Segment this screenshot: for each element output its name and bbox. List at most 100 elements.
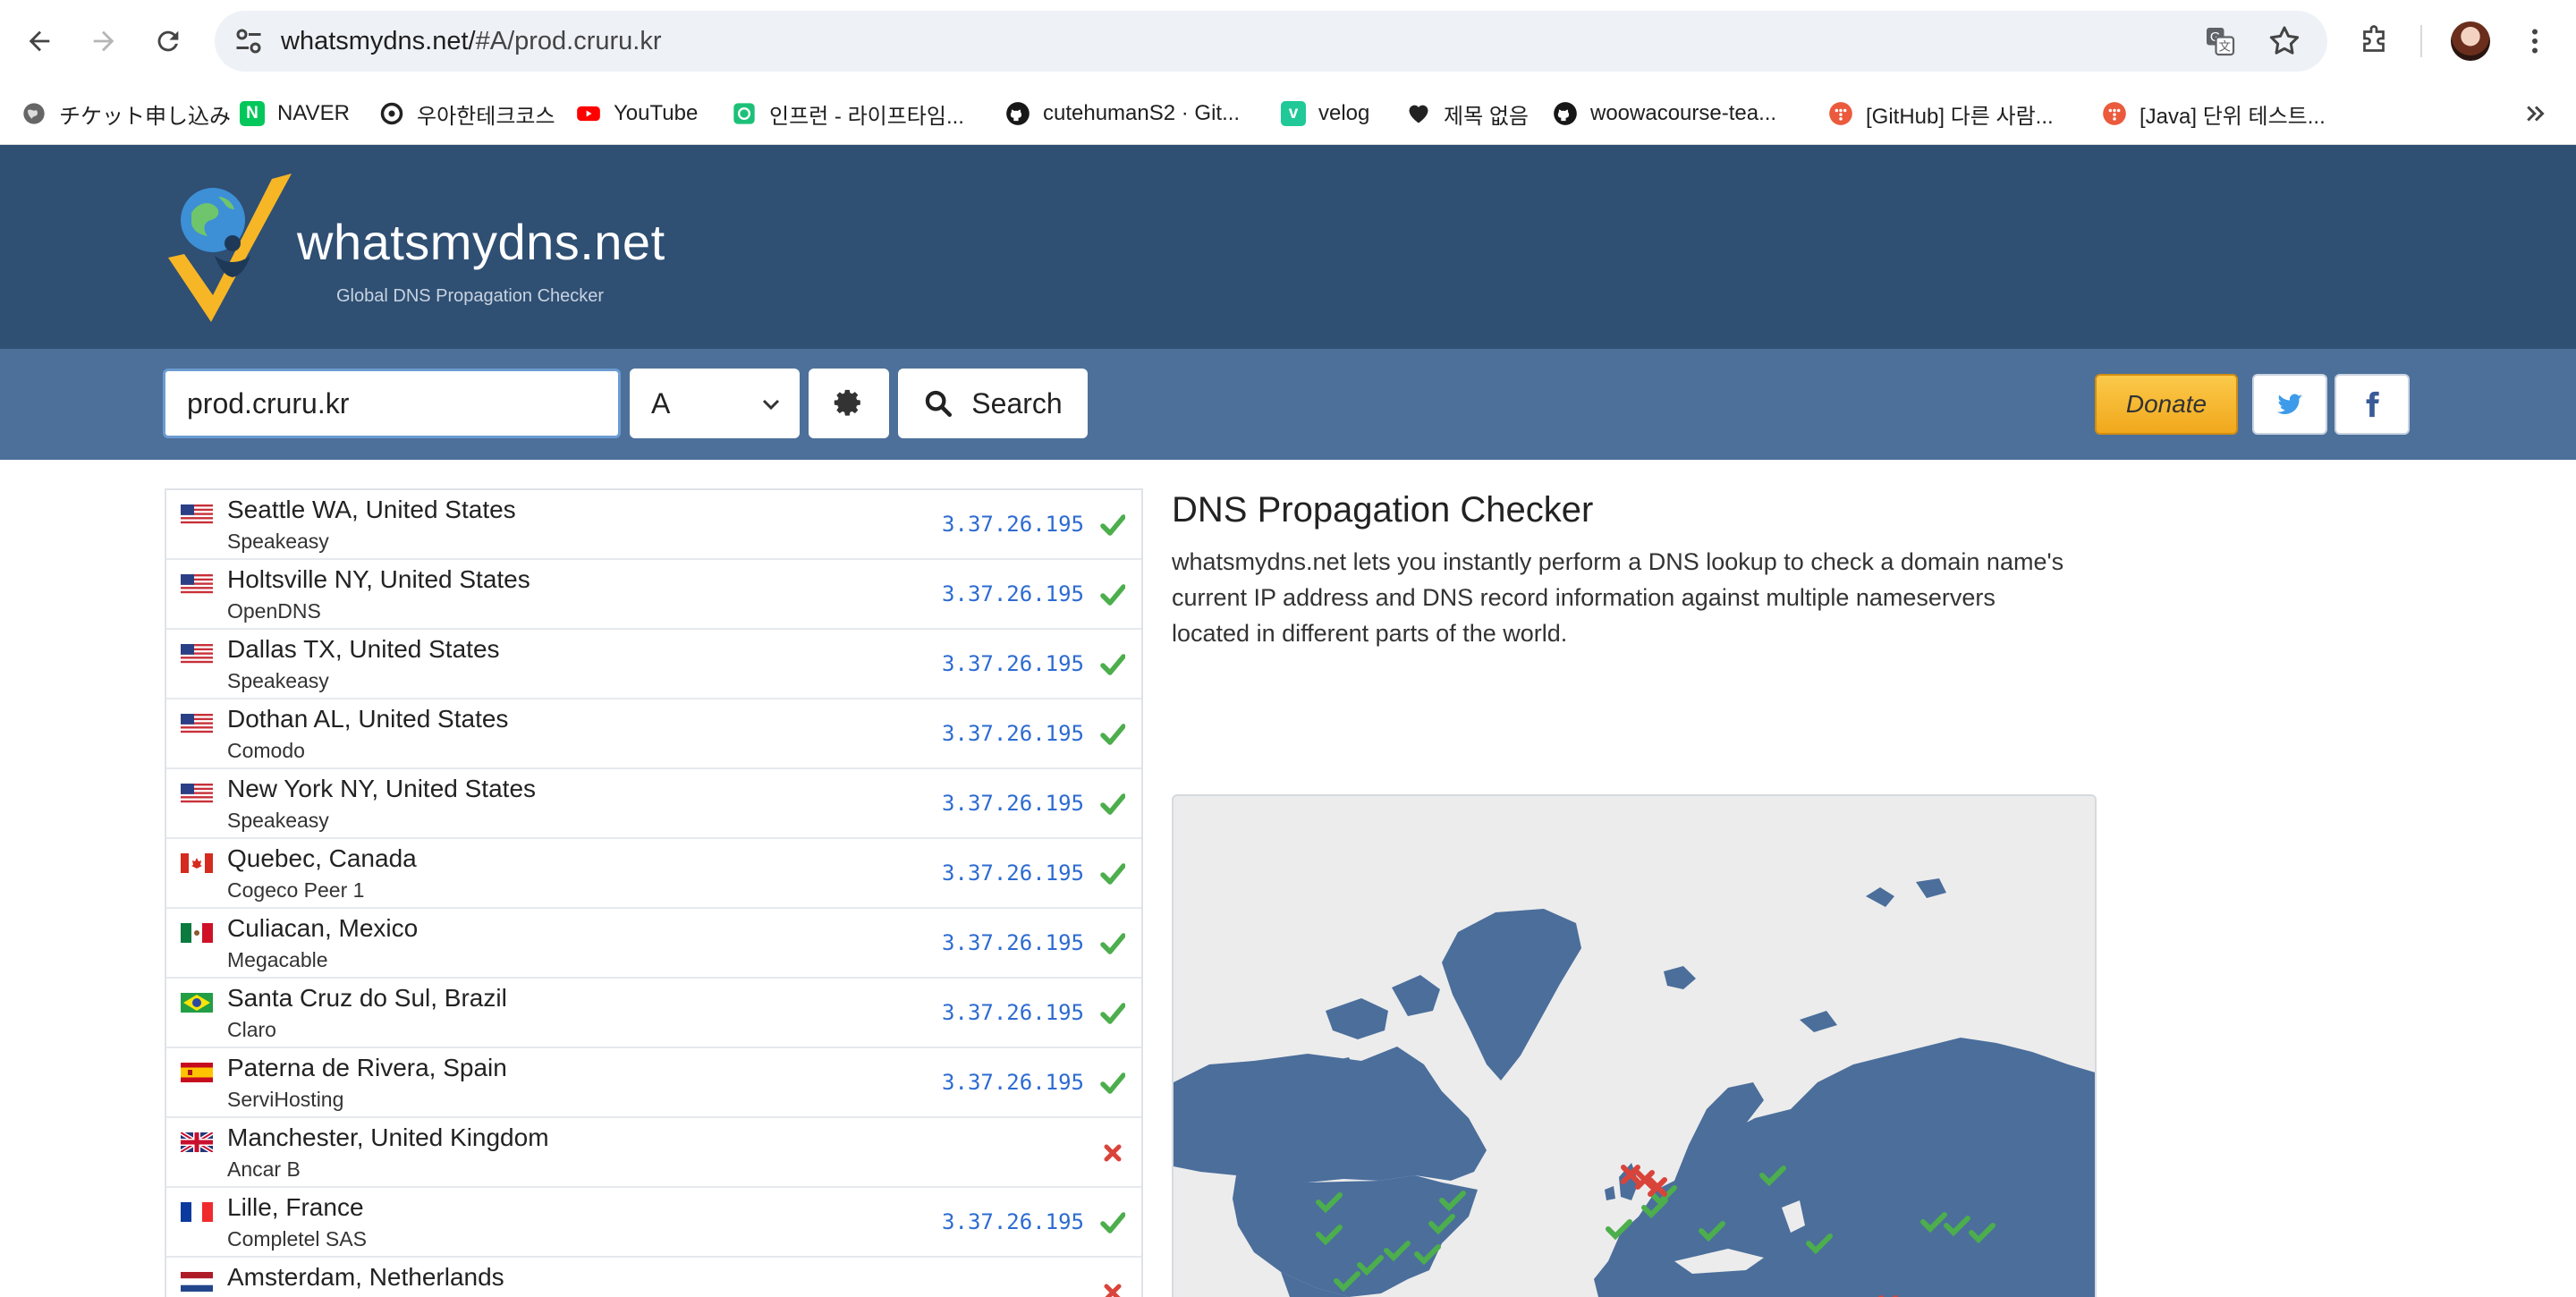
site-logo[interactable]: whatsmydns.net Global DNS Propagation Ch… — [161, 170, 665, 327]
bookmark-item[interactable]: YouTube — [576, 82, 698, 145]
flag-gb-icon — [181, 1132, 213, 1152]
search-button-label: Search — [971, 386, 1063, 420]
result-ip[interactable]: 3.37.26.195 — [942, 1209, 1084, 1234]
bookmark-item[interactable]: N NAVER — [240, 82, 350, 145]
woowa-icon — [379, 101, 404, 126]
world-map[interactable] — [1172, 794, 2097, 1297]
domain-input[interactable] — [163, 369, 621, 438]
bookmark-item[interactable]: 제목 없음 — [1406, 82, 1529, 145]
result-provider: Speakeasy — [227, 809, 329, 832]
bookmarks-overflow-icon[interactable] — [2522, 100, 2549, 127]
record-type-select[interactable]: A — [630, 369, 800, 438]
result-location: Holtsville NY, United States — [227, 565, 530, 593]
brand-tagline: Global DNS Propagation Checker — [336, 286, 605, 306]
result-ip[interactable]: 3.37.26.195 — [942, 860, 1084, 886]
result-ip[interactable]: 3.37.26.195 — [942, 1070, 1084, 1095]
result-location: Amsterdam, Netherlands — [227, 1263, 504, 1291]
result-row: Lille, France Completel SAS 3.37.26.195 — [166, 1188, 1141, 1258]
info-description: whatsmydns.net lets you instantly perfor… — [1172, 548, 2064, 647]
site-header: whatsmydns.net Global DNS Propagation Ch… — [0, 145, 2576, 349]
gear-icon — [834, 389, 860, 416]
bookmark-label: 우아한테크코스 — [417, 104, 555, 129]
youtube-icon — [576, 101, 601, 126]
result-ip[interactable]: 3.37.26.195 — [942, 512, 1084, 537]
tistory-icon — [2102, 101, 2127, 126]
record-type-value: A — [651, 387, 671, 420]
translate-icon[interactable]: G 文 — [2204, 25, 2236, 57]
arrow-left-icon — [29, 30, 50, 52]
back-button[interactable] — [16, 18, 63, 64]
bookmark-label: woowacourse-tea... — [1590, 101, 1777, 125]
result-provider: Claro — [227, 1018, 276, 1041]
result-ip[interactable]: 3.37.26.195 — [942, 791, 1084, 816]
bookmark-label: YouTube — [614, 101, 699, 125]
result-row: Paterna de Rivera, Spain ServiHosting 3.37… — [166, 1048, 1141, 1118]
status-ok-check-icon — [1100, 1211, 1126, 1234]
status-ok-check-icon — [1100, 723, 1126, 746]
extensions-button[interactable] — [2351, 18, 2397, 64]
profile-avatar[interactable] — [2451, 21, 2490, 61]
address-bar[interactable]: whatsmydns.net/#A/prod.cruru.kr G 文 — [215, 11, 2327, 72]
globe-icon — [21, 101, 47, 126]
status-ok-check-icon — [1100, 793, 1126, 816]
flag-mx-icon — [181, 923, 213, 943]
bookmark-item[interactable]: チケット申し込み — [21, 82, 231, 145]
result-provider: Speakeasy — [227, 530, 329, 553]
bookmark-label: cutehumanS2 · Git... — [1043, 101, 1241, 125]
results-list: Seattle WA, United States Speakeasy 3.37.2… — [165, 488, 1143, 1297]
settings-button[interactable] — [809, 369, 889, 438]
result-row: Manchester, United Kingdom Ancar B — [166, 1118, 1141, 1188]
result-ip[interactable]: 3.37.26.195 — [942, 721, 1084, 746]
chevron-down-icon — [762, 399, 780, 411]
result-provider: ServiHosting — [227, 1088, 344, 1111]
bookmark-item[interactable]: woowacourse-tea... — [1553, 82, 1776, 145]
github-icon — [1553, 101, 1578, 126]
flag-es-icon — [181, 1063, 213, 1082]
arrow-right-icon — [93, 30, 114, 52]
result-row: Quebec, Canada Cogeco Peer 1 3.37.26.195 — [166, 839, 1141, 909]
bookmark-label: チケット申し込み — [59, 104, 231, 129]
flag-us-icon — [181, 784, 213, 803]
result-location: Culiacan, Mexico — [227, 914, 419, 942]
reload-button[interactable] — [145, 18, 191, 64]
brand-name: whatsmydns.net — [297, 214, 665, 270]
bookmark-item[interactable]: [Java] 단위 테스트... — [2102, 82, 2326, 145]
result-row: Holtsville NY, United States OpenDNS 3.37.… — [166, 560, 1141, 630]
status-ok-check-icon — [1100, 583, 1126, 606]
search-button[interactable]: Search — [898, 369, 1088, 438]
bookmark-label: 제목 없음 — [1444, 104, 1529, 129]
facebook-share-button[interactable] — [2334, 374, 2410, 435]
site-info-icon[interactable] — [233, 25, 265, 57]
bookmark-item[interactable]: cutehumanS2 · Git... — [1005, 82, 1240, 145]
bookmark-item[interactable]: 인프런 - 라이프타임... — [732, 82, 964, 145]
result-location: Manchester, United Kingdom — [227, 1123, 549, 1151]
bookmark-label: 인프런 - 라이프타임... — [769, 104, 964, 129]
status-fail-cross-icon — [1100, 1281, 1125, 1297]
result-ip[interactable]: 3.37.26.195 — [942, 581, 1084, 606]
flag-nl-icon — [181, 1272, 213, 1292]
bookmark-star-icon[interactable] — [2267, 23, 2302, 59]
donate-button[interactable]: Donate — [2095, 374, 2238, 435]
status-ok-check-icon — [1100, 1072, 1126, 1095]
result-provider: OpenDNS — [227, 599, 321, 623]
inflearn-icon — [732, 101, 757, 126]
flag-us-icon — [181, 714, 213, 733]
bookmark-item[interactable]: v velog — [1281, 82, 1369, 145]
result-ip[interactable]: 3.37.26.195 — [942, 930, 1084, 955]
browser-window: whatsmydns.net/#A/prod.cruru.kr G 文 チケット… — [0, 0, 2576, 1297]
result-row: Dallas TX, United States Speakeasy 3.37.26… — [166, 630, 1141, 699]
result-ip[interactable]: 3.37.26.195 — [942, 1000, 1084, 1025]
facebook-icon — [2366, 391, 2379, 418]
status-ok-check-icon — [1100, 1002, 1126, 1025]
result-location: Dallas TX, United States — [227, 635, 500, 663]
result-location: Seattle WA, United States — [227, 496, 516, 523]
search-icon — [926, 390, 953, 418]
twitter-share-button[interactable] — [2252, 374, 2327, 435]
forward-button[interactable] — [80, 18, 127, 64]
result-ip[interactable]: 3.37.26.195 — [942, 651, 1084, 676]
flag-us-icon — [181, 644, 213, 664]
bookmark-item[interactable]: [GitHub] 다른 사람... — [1828, 82, 2054, 145]
browser-menu-button[interactable] — [2512, 18, 2558, 64]
result-location: Dothan AL, United States — [227, 705, 509, 733]
bookmark-item[interactable]: 우아한테크코스 — [379, 82, 555, 145]
